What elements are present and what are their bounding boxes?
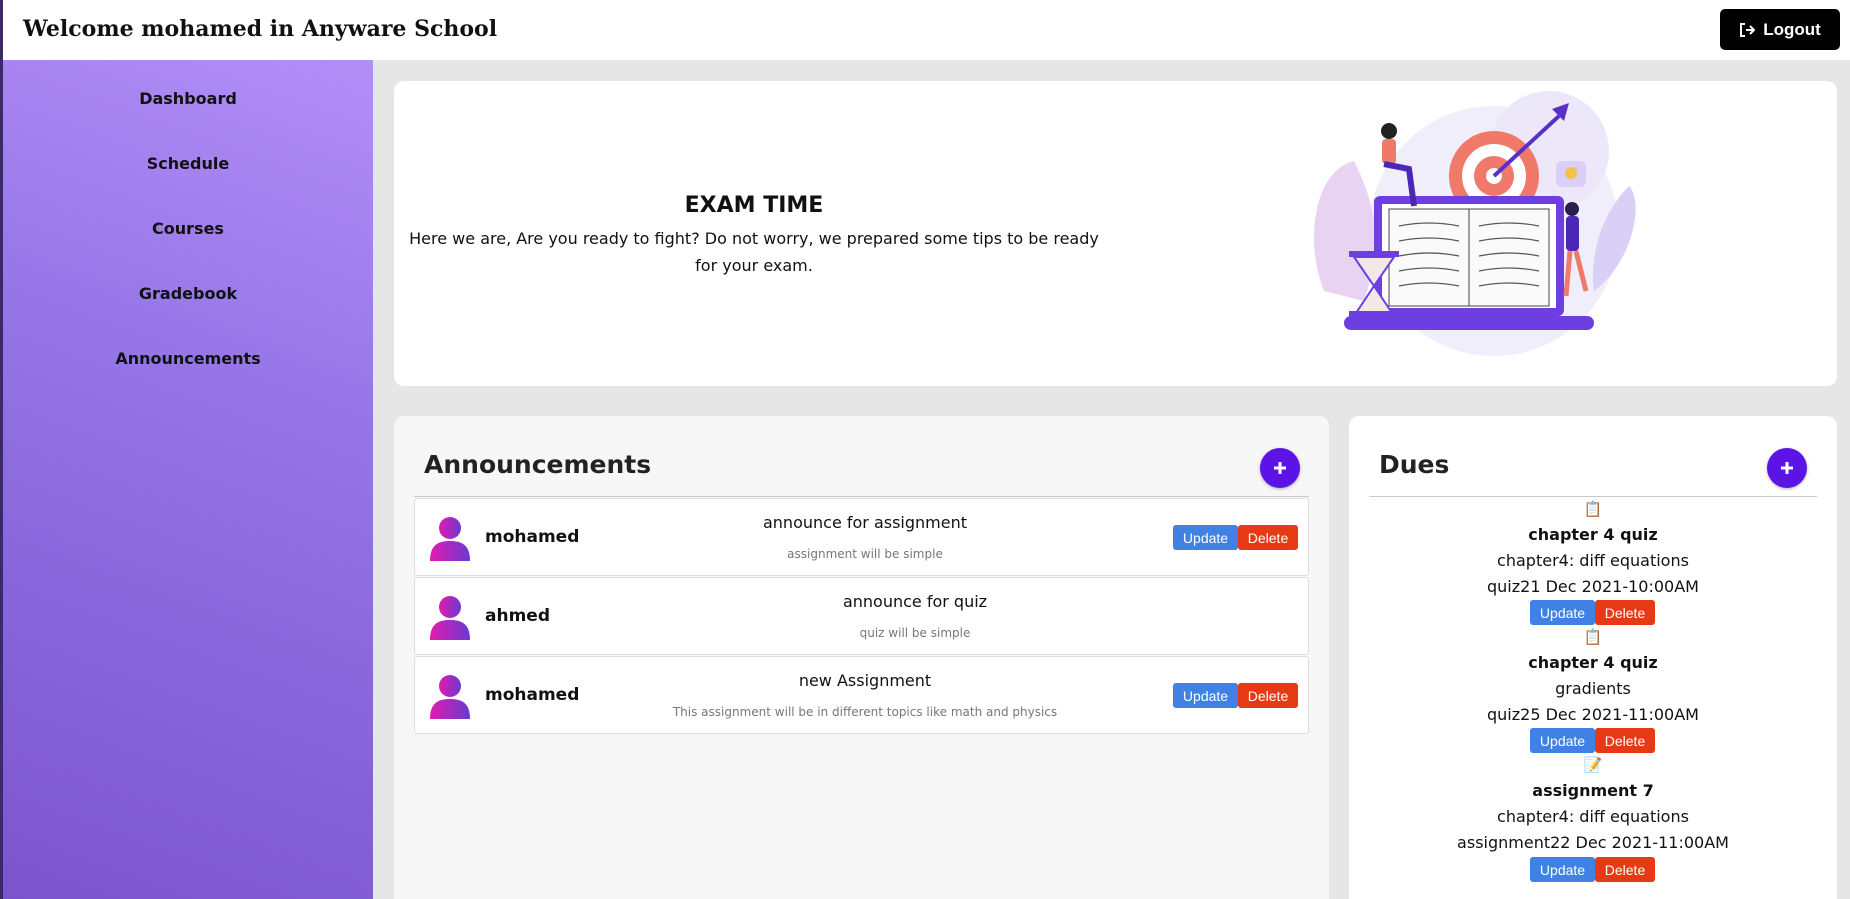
clipboard-icon: 📋 <box>1583 500 1603 518</box>
due-meta: quiz21 Dec 2021-10:00AM <box>1487 577 1699 596</box>
announcement-title: announce for assignment <box>762 513 968 532</box>
announcement-title: announce for quiz <box>842 592 988 611</box>
announcement-author: mohamed <box>485 685 580 705</box>
logout-button[interactable]: Logout <box>1720 9 1840 50</box>
delete-button[interactable]: Delete <box>1238 525 1298 550</box>
sidebar-item-dashboard[interactable]: Dashboard <box>3 89 373 108</box>
announcement-row: ahmed announce for quiz quiz will be sim… <box>414 577 1309 655</box>
plus-icon <box>1274 462 1286 474</box>
top-bar: Welcome mohamed in Anyware School Logout <box>0 0 1850 60</box>
due-topic: chapter4: diff equations <box>1497 551 1689 570</box>
announcement-row: mohamed new Assignment This assignment w… <box>414 656 1309 734</box>
exam-illustration <box>1314 91 1636 356</box>
delete-button[interactable]: Delete <box>1595 728 1655 753</box>
user-avatar-icon <box>430 596 470 640</box>
update-button[interactable]: Update <box>1173 525 1238 550</box>
hero-text: Here we are, Are you ready to fight? Do … <box>409 229 1099 275</box>
update-button[interactable]: Update <box>1530 728 1595 753</box>
due-name: assignment 7 <box>1532 781 1654 800</box>
plus-icon <box>1781 462 1793 474</box>
user-avatar-icon <box>430 517 470 561</box>
update-button[interactable]: Update <box>1173 683 1238 708</box>
sign-out-icon <box>1740 22 1756 37</box>
add-announcement-button[interactable] <box>1260 448 1300 488</box>
due-name: chapter 4 quiz <box>1528 525 1658 544</box>
delete-button[interactable]: Delete <box>1238 683 1298 708</box>
sidebar-item-gradebook[interactable]: Gradebook <box>3 284 373 303</box>
announcements-divider <box>414 496 1309 497</box>
announcement-author: ahmed <box>485 606 550 626</box>
announcement-row: mohamed announce for assignment assignme… <box>414 498 1309 576</box>
sidebar-item-announcements[interactable]: Announcements <box>3 349 373 368</box>
announcements-title: Announcements <box>424 450 652 479</box>
add-due-button[interactable] <box>1767 448 1807 488</box>
due-name: chapter 4 quiz <box>1528 653 1658 672</box>
announcement-body: assignment will be simple <box>787 547 943 561</box>
clipboard-icon: 📋 <box>1583 628 1603 646</box>
due-topic: chapter4: diff equations <box>1497 807 1689 826</box>
hero-title: EXAM TIME <box>684 193 824 218</box>
due-topic: gradients <box>1555 679 1631 698</box>
announcement-title: new Assignment <box>798 671 932 690</box>
dues-title: Dues <box>1379 450 1450 479</box>
dues-divider <box>1369 496 1817 497</box>
update-button[interactable]: Update <box>1530 857 1595 882</box>
exam-time-card: EXAM TIME Here we are, Are you ready to … <box>394 81 1837 386</box>
memo-icon: 📝 <box>1583 756 1603 774</box>
delete-button[interactable]: Delete <box>1595 857 1655 882</box>
announcement-author: mohamed <box>485 527 580 547</box>
announcements-card: Announcements mohamed announce for assig… <box>394 416 1329 899</box>
due-meta: quiz25 Dec 2021-11:00AM <box>1487 705 1699 724</box>
announcement-body: This assignment will be in different top… <box>672 705 1058 719</box>
sidebar-item-courses[interactable]: Courses <box>3 219 373 238</box>
sidebar: Dashboard Schedule Courses Gradebook Ann… <box>0 60 373 899</box>
update-button[interactable]: Update <box>1530 600 1595 625</box>
logout-label: Logout <box>1763 19 1821 39</box>
dues-card: Dues 📋 chapter 4 quiz chapter4: diff equ… <box>1349 416 1837 899</box>
announcement-body: quiz will be simple <box>859 626 971 640</box>
delete-button[interactable]: Delete <box>1595 600 1655 625</box>
user-avatar-icon <box>430 675 470 719</box>
welcome-title: Welcome mohamed in Anyware School <box>23 16 498 42</box>
sidebar-item-schedule[interactable]: Schedule <box>3 154 373 173</box>
due-meta: assignment22 Dec 2021-11:00AM <box>1457 833 1729 852</box>
